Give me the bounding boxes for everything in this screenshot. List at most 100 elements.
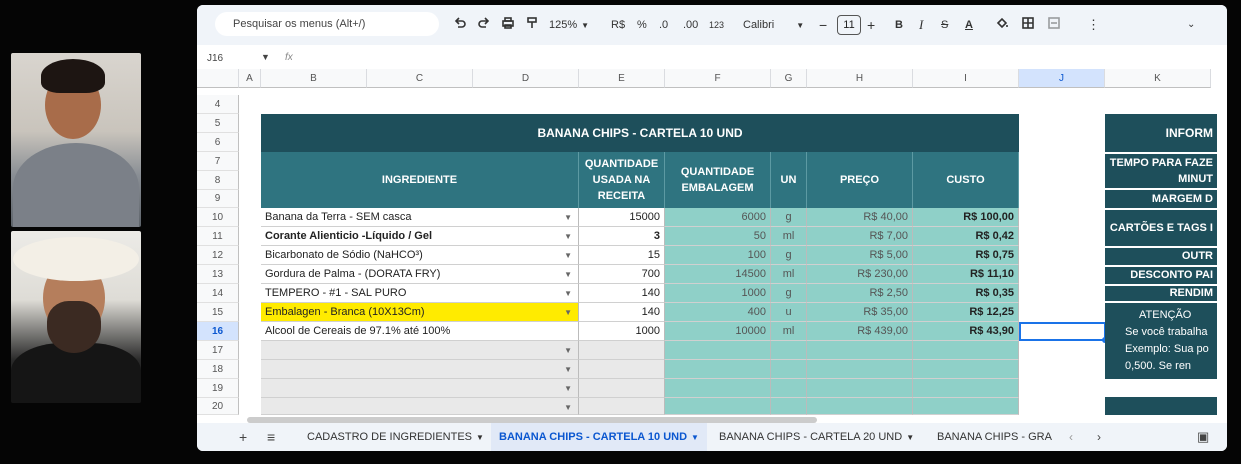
unit-cell[interactable]: ml bbox=[771, 322, 807, 341]
qty-cell[interactable]: 15 bbox=[579, 246, 665, 265]
pack-qty-cell[interactable] bbox=[665, 360, 771, 379]
zoom-select[interactable]: 125% ▼ bbox=[549, 16, 589, 34]
qty-cell[interactable]: 1000 bbox=[579, 322, 665, 341]
add-sheet-icon[interactable]: + bbox=[239, 423, 247, 451]
row-header[interactable]: 14 bbox=[197, 284, 239, 303]
undo-icon[interactable] bbox=[453, 16, 467, 34]
paint-format-icon[interactable] bbox=[525, 16, 539, 34]
ingredient-select[interactable]: ▼ bbox=[261, 379, 579, 398]
cost-cell[interactable]: R$ 0,75 bbox=[913, 246, 1019, 265]
ingredient-select[interactable]: Embalagen - Branca (10X13Cm) ▼ bbox=[261, 303, 579, 322]
pack-qty-cell[interactable]: 6000 bbox=[665, 208, 771, 227]
price-cell[interactable] bbox=[807, 398, 913, 415]
cost-cell[interactable] bbox=[913, 341, 1019, 360]
cost-cell[interactable]: R$ 100,00 bbox=[913, 208, 1019, 227]
more-options-icon[interactable]: ⋮ bbox=[1087, 16, 1100, 34]
italic-button[interactable]: I bbox=[919, 16, 923, 34]
currency-format-button[interactable]: R$ bbox=[611, 16, 625, 34]
ingredient-select[interactable]: ▼ bbox=[261, 341, 579, 360]
cost-cell[interactable] bbox=[913, 360, 1019, 379]
price-cell[interactable] bbox=[807, 379, 913, 398]
ingredient-select[interactable]: TEMPERO - #1 - SAL PURO ▼ bbox=[261, 284, 579, 303]
strikethrough-button[interactable]: S bbox=[941, 16, 948, 34]
increase-decimal-button[interactable]: .00 bbox=[683, 16, 698, 34]
cost-cell[interactable] bbox=[913, 398, 1019, 415]
row-header[interactable]: 7 bbox=[197, 152, 239, 171]
row-header[interactable]: 18 bbox=[197, 360, 239, 379]
price-cell[interactable]: R$ 5,00 bbox=[807, 246, 913, 265]
pack-qty-cell[interactable]: 100 bbox=[665, 246, 771, 265]
redo-icon[interactable] bbox=[477, 16, 491, 34]
font-select[interactable]: Calibri ▼ bbox=[743, 16, 804, 34]
menu-search-input[interactable]: Pesquisar os menus (Alt+/) bbox=[215, 12, 439, 36]
cost-cell[interactable]: R$ 0,35 bbox=[913, 284, 1019, 303]
row-header[interactable]: 6 bbox=[197, 133, 239, 152]
borders-icon[interactable] bbox=[1021, 16, 1035, 34]
qty-cell[interactable]: 3 bbox=[579, 227, 665, 246]
dropdown-arrow-icon[interactable]: ▼ bbox=[564, 379, 572, 397]
cost-cell[interactable]: R$ 43,90 bbox=[913, 322, 1019, 341]
column-header[interactable]: A bbox=[239, 69, 261, 88]
ingredient-select[interactable]: Alcool de Cereais de 97.1% até 100% bbox=[261, 322, 579, 341]
qty-cell[interactable] bbox=[579, 360, 665, 379]
tab-banana-chips-10[interactable]: BANANA CHIPS - CARTELA 10 UND ▼ bbox=[491, 423, 707, 451]
price-cell[interactable] bbox=[807, 341, 913, 360]
price-cell[interactable]: R$ 35,00 bbox=[807, 303, 913, 322]
ingredient-select[interactable]: ▼ bbox=[261, 360, 579, 379]
row-header[interactable]: 15 bbox=[197, 303, 239, 322]
column-header[interactable]: I bbox=[913, 69, 1019, 88]
qty-cell[interactable] bbox=[579, 379, 665, 398]
chevron-right-icon[interactable]: › bbox=[1097, 423, 1101, 451]
font-size-decrease-button[interactable]: − bbox=[819, 16, 827, 34]
unit-cell[interactable] bbox=[771, 360, 807, 379]
qty-cell[interactable] bbox=[579, 341, 665, 360]
qty-cell[interactable]: 140 bbox=[579, 284, 665, 303]
pack-qty-cell[interactable]: 50 bbox=[665, 227, 771, 246]
ingredient-select[interactable]: Corante Alienticio -Líquido / Gel ▼ bbox=[261, 227, 579, 246]
unit-cell[interactable] bbox=[771, 398, 807, 415]
row-header[interactable]: 11 bbox=[197, 227, 239, 246]
column-header[interactable]: D bbox=[473, 69, 579, 88]
dropdown-arrow-icon[interactable]: ▼ bbox=[564, 208, 572, 226]
row-header[interactable]: 20 bbox=[197, 398, 239, 415]
pack-qty-cell[interactable]: 1000 bbox=[665, 284, 771, 303]
ingredient-select[interactable]: ▼ bbox=[261, 398, 579, 415]
pack-qty-cell[interactable] bbox=[665, 398, 771, 415]
row-header[interactable]: 17 bbox=[197, 341, 239, 360]
chevron-down-icon[interactable]: ▼ bbox=[261, 52, 270, 62]
price-cell[interactable]: R$ 7,00 bbox=[807, 227, 913, 246]
percent-format-button[interactable]: % bbox=[637, 16, 647, 34]
price-cell[interactable]: R$ 40,00 bbox=[807, 208, 913, 227]
column-header[interactable]: H bbox=[807, 69, 913, 88]
unit-cell[interactable]: g bbox=[771, 284, 807, 303]
row-header[interactable]: 8 bbox=[197, 171, 239, 190]
decrease-decimal-button[interactable]: .0 bbox=[659, 16, 668, 34]
font-size-input[interactable]: 11 bbox=[837, 15, 861, 35]
explore-icon[interactable]: ▣ bbox=[1197, 423, 1209, 451]
column-header[interactable]: J bbox=[1019, 69, 1105, 88]
tab-cadastro-ingredientes[interactable]: CADASTRO DE INGREDIENTES ▼ bbox=[307, 423, 484, 451]
tab-banana-chips-gra[interactable]: BANANA CHIPS - GRA bbox=[937, 423, 1055, 451]
unit-cell[interactable]: g bbox=[771, 208, 807, 227]
row-header[interactable]: 4 bbox=[197, 95, 239, 114]
unit-cell[interactable]: u bbox=[771, 303, 807, 322]
ingredient-select[interactable]: Banana da Terra - SEM casca ▼ bbox=[261, 208, 579, 227]
cost-cell[interactable] bbox=[913, 379, 1019, 398]
qty-cell[interactable]: 700 bbox=[579, 265, 665, 284]
column-header[interactable]: C bbox=[367, 69, 473, 88]
dropdown-arrow-icon[interactable]: ▼ bbox=[564, 360, 572, 378]
column-header[interactable]: B bbox=[261, 69, 367, 88]
dropdown-arrow-icon[interactable]: ▼ bbox=[564, 227, 572, 245]
column-header[interactable]: F bbox=[665, 69, 771, 88]
unit-cell[interactable] bbox=[771, 379, 807, 398]
select-all-corner[interactable] bbox=[197, 69, 239, 88]
dropdown-arrow-icon[interactable]: ▼ bbox=[564, 284, 572, 302]
pack-qty-cell[interactable]: 14500 bbox=[665, 265, 771, 284]
row-header[interactable]: 5 bbox=[197, 114, 239, 133]
chevron-left-icon[interactable]: ‹ bbox=[1069, 423, 1073, 451]
all-sheets-icon[interactable]: ≡ bbox=[267, 423, 275, 451]
unit-cell[interactable]: ml bbox=[771, 227, 807, 246]
chevron-down-icon[interactable]: ⌄ bbox=[1187, 16, 1195, 34]
row-header[interactable]: 10 bbox=[197, 208, 239, 227]
dropdown-arrow-icon[interactable]: ▼ bbox=[564, 265, 572, 283]
